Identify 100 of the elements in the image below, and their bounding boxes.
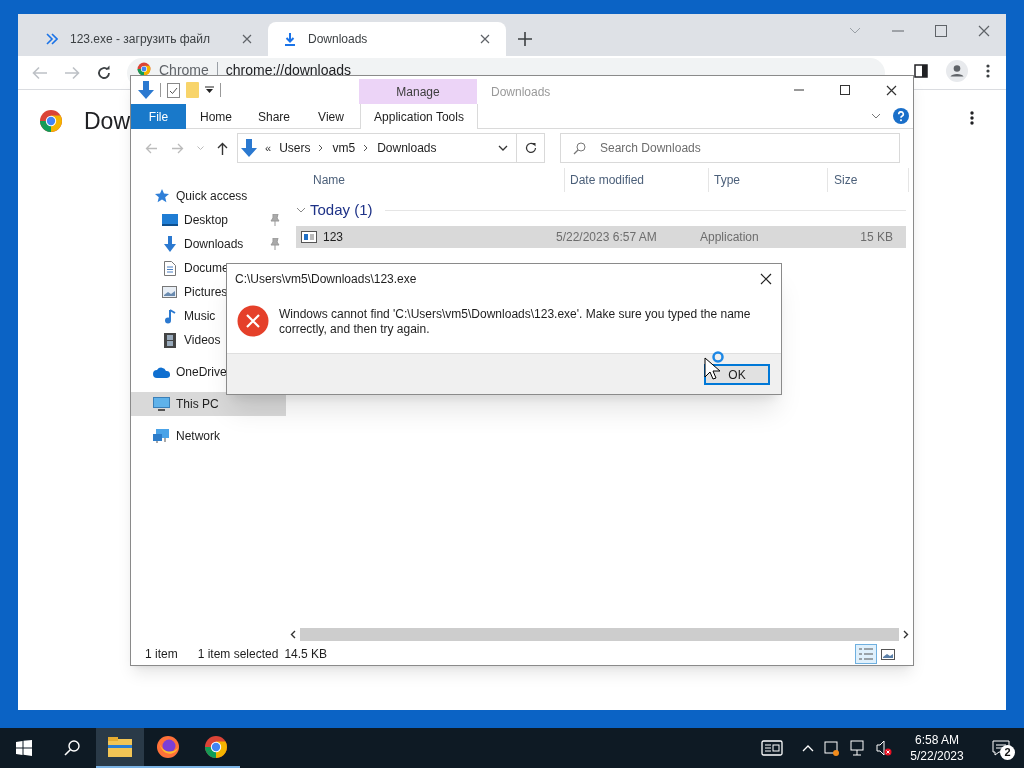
folder-icon [186, 82, 199, 98]
url-text: chrome://downloads [225, 62, 352, 78]
context-tab-header: Manage [359, 79, 477, 104]
up-arrow-icon [217, 141, 228, 155]
sidebar-item[interactable]: Quick access [131, 184, 286, 208]
refresh-icon [524, 142, 537, 154]
column-header[interactable]: Type [709, 168, 828, 192]
chrome-logo-icon [204, 735, 228, 759]
chevron-down-icon [197, 145, 204, 151]
clock-time[interactable]: 6:58 AM [915, 732, 959, 748]
date-cell-text: 5/22/2023 6:57 AM [555, 229, 658, 246]
computer-icon [153, 397, 170, 411]
download-icon [284, 32, 296, 46]
document-icon [163, 260, 176, 276]
chevron-right-icon [903, 629, 909, 639]
back-arrow-icon [32, 66, 48, 80]
overflow-chevrons[interactable]: « [265, 139, 272, 157]
close-icon [760, 273, 772, 285]
sidebar-item[interactable]: Desktop [131, 208, 286, 232]
down-arrow-icon [138, 81, 154, 99]
clock-date[interactable]: 5/22/2023 [910, 748, 964, 764]
sidebar-item[interactable]: Downloads [131, 232, 286, 256]
taskbar-app-button[interactable] [96, 728, 144, 768]
error-icon [237, 305, 269, 337]
windows-logo-icon [16, 740, 32, 756]
maximize-icon [840, 85, 850, 95]
chrome-logo-icon [39, 109, 63, 134]
sidebar-item[interactable]: Network [131, 424, 286, 448]
ribbon-tab[interactable]: File [131, 104, 186, 129]
file-row[interactable]: 123 5/22/2023 6:57 AM Application 15 KB [296, 226, 906, 248]
double-chevron-icon [46, 33, 58, 45]
status-text: 14.5 KB [284, 646, 328, 663]
breadcrumb[interactable]: Users [279, 139, 311, 157]
more-menu-icon [986, 64, 990, 78]
firefox-logo-icon [156, 735, 180, 759]
pin-icon [270, 214, 280, 226]
back-arrow-icon [145, 142, 158, 154]
error-message: Windows cannot find 'C:\Users\vm5\Downloads\123.exe'. Make sure you typed the name correctly, and then try again. [279, 306, 752, 337]
close-icon [480, 34, 490, 44]
ribbon-tab[interactable]: View [302, 104, 360, 129]
column-header[interactable]: Date modified [565, 168, 709, 192]
breadcrumb[interactable]: vm5 [332, 139, 356, 157]
status-text: 1 item [145, 646, 178, 663]
forward-arrow-icon [64, 66, 80, 80]
star-icon [154, 189, 169, 203]
properties-icon [167, 82, 180, 98]
minimize-icon [892, 30, 904, 32]
horizontal-scrollbar[interactable] [290, 627, 909, 641]
pin-icon [270, 238, 280, 250]
chevron-left-icon [290, 629, 296, 639]
chevron-down-icon [498, 145, 508, 151]
news-icon [761, 740, 783, 756]
film-strip-icon [163, 332, 176, 348]
breadcrumb[interactable]: Downloads [377, 139, 437, 157]
maximize-icon [935, 25, 947, 37]
customize-dropdown-icon [205, 86, 214, 94]
folder-icon [108, 737, 132, 757]
search-icon [573, 142, 586, 155]
ribbon-tab[interactable]: Share [246, 104, 302, 129]
reload-icon [96, 65, 112, 81]
refresh-button[interactable] [517, 133, 545, 163]
search-icon [64, 740, 80, 756]
browser-tab[interactable]: 123.exe - загрузить файл [30, 22, 268, 56]
close-icon [242, 34, 252, 44]
browser-tab[interactable]: Downloads [268, 22, 506, 56]
ribbon-tab[interactable]: Application Tools [360, 104, 478, 129]
notification-count: 2 [1000, 745, 1015, 760]
dialog-title: C:\Users\vm5\Downloads\123.exe [235, 271, 418, 288]
down-arrow-icon [241, 139, 257, 157]
type-cell-text: Application [699, 229, 760, 246]
sidebar-item[interactable]: This PC [131, 392, 286, 416]
chevron-right-icon [363, 144, 370, 152]
group-header[interactable]: Today (1) [310, 198, 373, 222]
network-icon [153, 429, 170, 443]
address-bar[interactable]: « Users vm5 Downloads [237, 133, 517, 163]
cloud-icon [152, 366, 171, 378]
new-tab-icon [518, 32, 532, 46]
column-header[interactable]: Size [828, 168, 909, 192]
search-field[interactable]: Search Downloads [560, 133, 900, 163]
status-text: 1 item selected [197, 646, 279, 663]
page-heading: Dow [84, 107, 130, 136]
ribbon-tab[interactable]: Home [186, 104, 246, 129]
network-icon [850, 740, 866, 756]
thumbnail-view-icon [881, 648, 895, 660]
notification-button[interactable]: 2 [982, 728, 1020, 768]
chevron-down-icon [849, 27, 861, 35]
application-icon [301, 231, 317, 243]
side-panel-icon [914, 64, 928, 78]
chevron-right-icon [318, 144, 325, 152]
profile-icon [946, 60, 968, 82]
column-header[interactable]: Name [308, 168, 565, 192]
pictures-icon [162, 286, 177, 298]
security-icon [824, 740, 840, 756]
close-icon [886, 84, 897, 96]
notification-icon [992, 740, 1010, 756]
more-menu-icon [970, 111, 974, 125]
details-view-icon [859, 648, 873, 660]
muted-speaker-icon [876, 740, 892, 756]
forward-arrow-icon [171, 142, 184, 154]
file-name: 123 [323, 229, 344, 246]
